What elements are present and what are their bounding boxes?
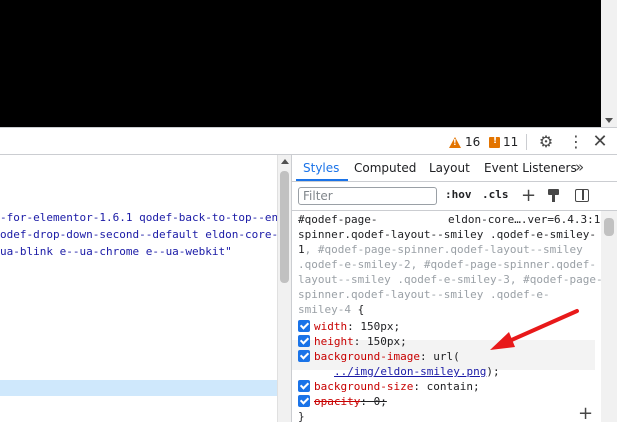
cls-button[interactable]: .cls — [482, 188, 509, 201]
declaration-checkbox[interactable] — [298, 350, 310, 362]
filter-input[interactable] — [298, 187, 437, 205]
tab-computed[interactable]: Computed — [354, 161, 416, 175]
declaration-checkbox[interactable] — [298, 395, 310, 407]
dom-line[interactable]: ua-blink e--ua-chrome e--ua-webkit" — [0, 245, 232, 258]
property-value[interactable]: 0; — [367, 395, 387, 408]
rule-selector-part: layout--smiley .qodef-e-smiley-3, #qodef… — [298, 273, 603, 286]
elements-panel: -for-elementor-1.6.1 qodef-back-to-top--… — [0, 155, 277, 422]
styles-filter-bar: :hov .cls + — [292, 182, 617, 211]
declaration-checkbox[interactable] — [298, 320, 310, 332]
rule-selector-line: smiley-4 { — [298, 303, 364, 316]
declaration-width[interactable]: width: 150px; — [298, 320, 594, 334]
tab-event-listeners[interactable]: Event Listeners — [484, 161, 577, 175]
page-scrollbar[interactable] — [601, 0, 617, 127]
declaration-url-line[interactable]: ../img/eldon-smiley.png); — [334, 365, 584, 379]
rule-selector-part: .qodef-e-smiley-2, #qodef-page-spinner.q… — [298, 258, 597, 271]
property-name[interactable]: width — [314, 320, 347, 333]
page-viewport — [0, 0, 617, 127]
property-name[interactable]: height — [314, 335, 354, 348]
property-value[interactable]: 150px; — [360, 335, 407, 348]
paint-brush-icon[interactable] — [548, 189, 559, 202]
rule-open-brace: { — [350, 303, 365, 316]
rule-selector-line: 1, #qodef-page-spinner.qodef-layout--smi… — [298, 243, 583, 256]
elements-scrollbar[interactable] — [277, 155, 291, 422]
rule-selector-part: 1 — [298, 243, 305, 256]
kebab-menu-icon[interactable]: ⋮ — [568, 133, 584, 151]
hov-button[interactable]: :hov — [445, 188, 472, 201]
gear-icon[interactable]: ⚙ — [538, 134, 554, 150]
colon: : — [419, 350, 427, 363]
rule-source-link[interactable]: eldon-core….ver=6.4.3:1 — [448, 213, 600, 226]
issues-icon[interactable] — [489, 136, 500, 148]
styles-scrollbar[interactable] — [601, 211, 617, 422]
declaration-checkbox[interactable] — [298, 335, 310, 347]
declaration-background-image[interactable]: background-image: url( — [298, 350, 594, 364]
dom-line[interactable]: -for-elementor-1.6.1 qodef-back-to-top--… — [0, 211, 277, 224]
rule-close-brace: } — [298, 410, 305, 422]
declaration-background-size[interactable]: background-size: contain; — [298, 380, 594, 394]
property-value[interactable]: 150px; — [354, 320, 400, 333]
tab-styles[interactable]: Styles — [303, 161, 339, 175]
active-tab-indicator — [296, 179, 348, 181]
styles-scroll-thumb[interactable] — [604, 218, 614, 236]
property-name[interactable]: background-size — [314, 380, 413, 393]
scroll-down-arrow-icon[interactable] — [605, 118, 613, 123]
rule-selector-line: spinner.qodef-layout--smiley .qodef-e-sm… — [298, 228, 597, 241]
style-rule: eldon-core….ver=6.4.3:1 #qodef-page- spi… — [292, 211, 603, 422]
dom-line[interactable]: odef-drop-down-second--default eldon-cor… — [0, 228, 277, 241]
colon: : — [360, 395, 367, 408]
warnings-count[interactable]: 16 — [465, 135, 480, 149]
tab-layout[interactable]: Layout — [429, 161, 470, 175]
elements-scroll-thumb[interactable] — [280, 171, 289, 283]
more-tabs-icon[interactable]: » — [575, 158, 584, 176]
selected-dom-row[interactable] — [0, 380, 277, 396]
new-style-rule-icon[interactable]: + — [521, 185, 536, 206]
add-declaration-icon[interactable]: + — [578, 403, 593, 422]
devtools-toolbar: 16 11 ⚙ ⋮ ✕ — [0, 127, 617, 155]
toggle-sidebar-icon[interactable] — [575, 189, 589, 202]
property-name[interactable]: opacity — [314, 395, 360, 408]
rule-selector-part: , #qodef-page-spinner.qodef-layout--smil… — [304, 243, 583, 256]
toolbar-divider — [526, 134, 527, 150]
rule-selector-line: #qodef-page- — [298, 213, 378, 226]
scroll-up-arrow-icon[interactable] — [281, 159, 289, 164]
image-url-link[interactable]: ../img/eldon-smiley.png — [334, 365, 486, 378]
property-value[interactable]: url( — [427, 350, 460, 363]
url-close: ); — [486, 365, 500, 378]
declaration-checkbox[interactable] — [298, 380, 310, 392]
styles-panel: Styles Computed Layout Event Listeners »… — [292, 155, 617, 422]
rule-selector-line: .qodef-e-smiley-2, #qodef-page-spinner.q… — [298, 258, 596, 271]
rule-selector-part: smiley-4 — [298, 303, 351, 316]
colon: : — [413, 380, 420, 393]
rule-selector-line: layout--smiley .qodef-e-smiley-3, #qodef… — [298, 273, 603, 286]
warning-icon[interactable] — [449, 137, 461, 148]
declaration-opacity[interactable]: opacity: 0; — [298, 395, 594, 409]
property-value[interactable]: contain; — [420, 380, 480, 393]
colon: : — [347, 320, 354, 333]
styles-tabs: Styles Computed Layout Event Listeners » — [292, 155, 617, 182]
rule-selector-part: spinner.qodef-layout--smiley .qodef-e- — [298, 288, 550, 301]
rule-selector-line: spinner.qodef-layout--smiley .qodef-e- — [298, 288, 550, 301]
close-icon[interactable]: ✕ — [591, 132, 609, 152]
property-name[interactable]: background-image — [314, 350, 420, 363]
issues-count[interactable]: 11 — [503, 135, 518, 149]
declaration-height[interactable]: height: 150px; — [298, 335, 594, 349]
